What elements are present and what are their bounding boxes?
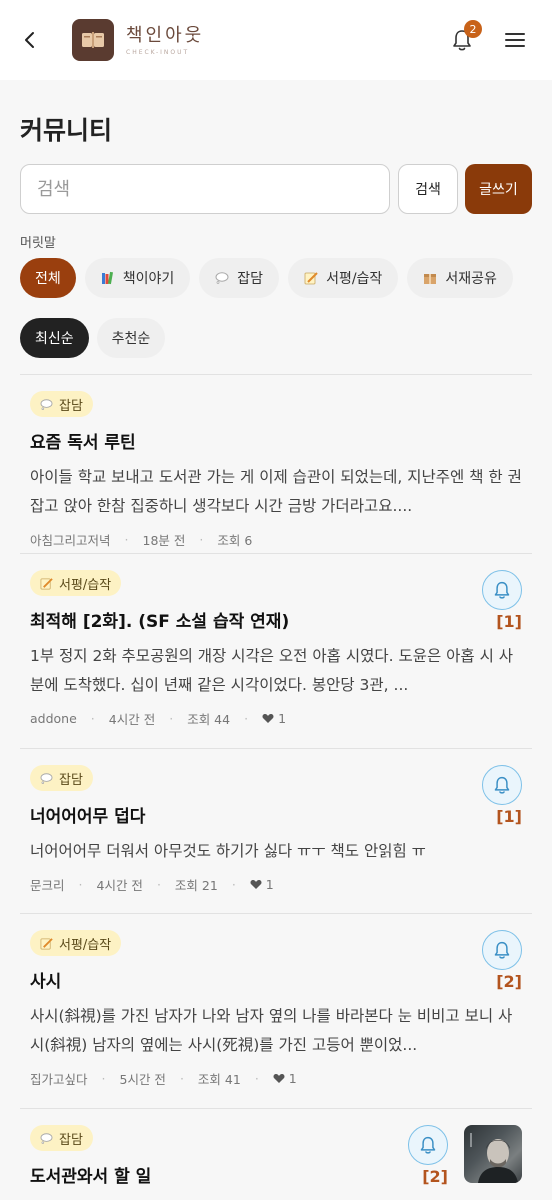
bell-icon — [494, 941, 510, 959]
post-title[interactable]: 너어어어무 덥다 — [30, 805, 532, 829]
heart-icon — [273, 1073, 285, 1084]
search-input[interactable] — [20, 164, 390, 214]
post-views: 조회 6 — [217, 532, 253, 548]
post-list: 잡담 요즘 독서 루틴 아이들 학교 보내고 도서관 가는 게 이제 습관이 되… — [0, 375, 552, 1200]
post-time: 18분 전 — [142, 532, 186, 548]
post-item[interactable]: 서평/습작 사시 [2] 사시(斜視)를 가진 남자가 나와 남자 옆의 나를 … — [0, 914, 552, 1108]
prefix-chip-review[interactable]: 서평/습작 — [288, 258, 399, 298]
search-button[interactable]: 검색 — [398, 164, 458, 214]
post-tag: 잡담 — [30, 765, 93, 791]
prefix-chip-book-talk[interactable]: 책이야기 — [84, 258, 191, 298]
package-icon — [423, 271, 437, 285]
chip-label: 서평/습작 — [326, 271, 383, 287]
post-body: 사시(斜視)를 가진 남자가 나와 남자 옆의 나를 바라본다 눈 비비고 보니… — [30, 1007, 513, 1054]
subscribe-bell-button[interactable] — [482, 765, 522, 805]
post-time: 4시간 전 — [108, 711, 156, 727]
menu-button[interactable] — [500, 25, 530, 55]
post-time: 4시간 전 — [96, 877, 143, 893]
comment-count: [1] — [496, 807, 522, 826]
write-button[interactable]: 글쓰기 — [465, 164, 532, 214]
memo-icon — [40, 937, 53, 950]
post-tag: 서평/습작 — [30, 930, 122, 956]
books-icon — [101, 271, 115, 285]
comment-count: [1] — [496, 612, 522, 631]
post-body: 아이들 학교 보내고 도서관 가는 게 이제 습관이 되었는데, 지난주엔 책 … — [30, 468, 522, 515]
logo-title: 책인아웃 — [126, 24, 205, 46]
sort-chips: 최신순 추천순 — [20, 318, 552, 358]
logo-subtitle: CHECK-INOUT — [126, 48, 190, 56]
comment-count: [2] — [422, 1167, 448, 1186]
comment-count: [2] — [496, 972, 522, 991]
chip-label: 잡담 — [237, 271, 264, 287]
prefix-chip-all[interactable]: 전체 — [20, 258, 76, 298]
post-author: 아침그리고저녁 — [30, 532, 111, 548]
post-item[interactable]: 서평/습작 최적해 [2화]. (SF 소설 습작 연재) [1] 1부 정지 … — [0, 554, 552, 748]
bell-icon — [494, 776, 510, 794]
post-meta: 아침그리고저녁 · 18분 전 · 조회 6 — [30, 531, 253, 548]
post-tag: 잡담 — [30, 1125, 93, 1151]
subscribe-bell-button[interactable] — [482, 570, 522, 610]
notification-badge: 2 — [464, 20, 482, 38]
post-meta: 문크리 · 4시간 전 · 조회 21 · 1 — [30, 876, 274, 893]
speech-bubble-icon — [40, 398, 53, 410]
prefix-chips: 전체 책이야기 잡담 서평/습작 서재공유 — [20, 258, 552, 298]
sort-latest[interactable]: 최신순 — [20, 318, 89, 358]
subscribe-bell-button[interactable] — [482, 930, 522, 970]
prefix-label: 머릿말 — [20, 236, 56, 251]
post-tag: 서평/습작 — [30, 570, 122, 596]
notification-button[interactable]: 2 — [442, 20, 482, 60]
bell-icon — [494, 581, 510, 599]
prefix-chip-chat[interactable]: 잡담 — [199, 258, 280, 298]
post-title[interactable]: 사시 — [30, 970, 532, 994]
chip-label: 전체 — [35, 271, 61, 287]
chip-label: 책이야기 — [122, 271, 175, 287]
post-author: 문크리 — [30, 877, 65, 893]
post-likes: 1 — [265, 876, 274, 892]
chip-label: 서재공유 — [445, 271, 497, 287]
post-title[interactable]: 도서관와서 할 일 — [30, 1165, 532, 1189]
post-body: 1부 정지 2화 추모공원의 개장 시각은 오전 아홉 시였다. 도윤은 아홉 … — [30, 647, 514, 694]
speech-bubble-icon — [215, 272, 229, 284]
page-title: 커뮤니티 — [20, 116, 113, 145]
speech-bubble-icon — [40, 772, 53, 784]
app-header: 책인아웃 CHECK-INOUT 2 — [0, 0, 552, 80]
post-item[interactable]: 잡담 너어어어무 덥다 [1] 너어어어무 더워서 아무것도 하기가 싫다 ㅠㅜ… — [0, 749, 552, 913]
post-body: 너어어어무 더워서 아무것도 하기가 싫다 ㅠㅜ 책도 안읽힘 ㅠ — [30, 842, 426, 860]
post-tag: 잡담 — [30, 391, 93, 417]
post-title[interactable]: 최적해 [2화]. (SF 소설 습작 연재) — [30, 610, 532, 634]
post-item[interactable]: 잡담 도서관와서 할 일 [2] — [0, 1109, 552, 1200]
bell-icon — [420, 1136, 436, 1154]
prefix-chip-library-share[interactable]: 서재공유 — [407, 258, 513, 298]
post-views: 조회 21 — [174, 877, 218, 893]
post-meta: addone · 4시간 전 · 조회 44 · 1 — [30, 710, 287, 727]
memo-icon — [304, 271, 318, 285]
post-time: 5시간 전 — [119, 1071, 166, 1087]
back-button[interactable] — [22, 20, 56, 60]
heart-icon — [250, 879, 262, 890]
search-row: 검색 글쓰기 — [20, 164, 532, 214]
book-logo-icon — [72, 19, 114, 61]
sort-recommended[interactable]: 추천순 — [96, 318, 166, 358]
hamburger-icon — [505, 33, 525, 47]
post-title[interactable]: 요즘 독서 루틴 — [30, 431, 532, 455]
post-author: addone — [30, 710, 77, 726]
post-meta: 집가고싶다 · 5시간 전 · 조회 41 · 1 — [30, 1070, 297, 1087]
heart-icon — [262, 713, 274, 724]
logo[interactable]: 책인아웃 CHECK-INOUT — [72, 19, 204, 61]
post-views: 조회 44 — [187, 711, 231, 727]
subscribe-bell-button[interactable] — [408, 1125, 448, 1165]
post-thumbnail[interactable] — [464, 1125, 522, 1183]
post-views: 조회 41 — [197, 1071, 241, 1087]
post-author: 집가고싶다 — [30, 1071, 88, 1087]
chevron-left-icon — [25, 32, 34, 48]
post-likes: 1 — [288, 1070, 297, 1086]
memo-icon — [40, 577, 53, 590]
post-likes: 1 — [278, 710, 287, 726]
post-item[interactable]: 잡담 요즘 독서 루틴 아이들 학교 보내고 도서관 가는 게 이제 습관이 되… — [0, 375, 552, 553]
speech-bubble-icon — [40, 1132, 53, 1144]
